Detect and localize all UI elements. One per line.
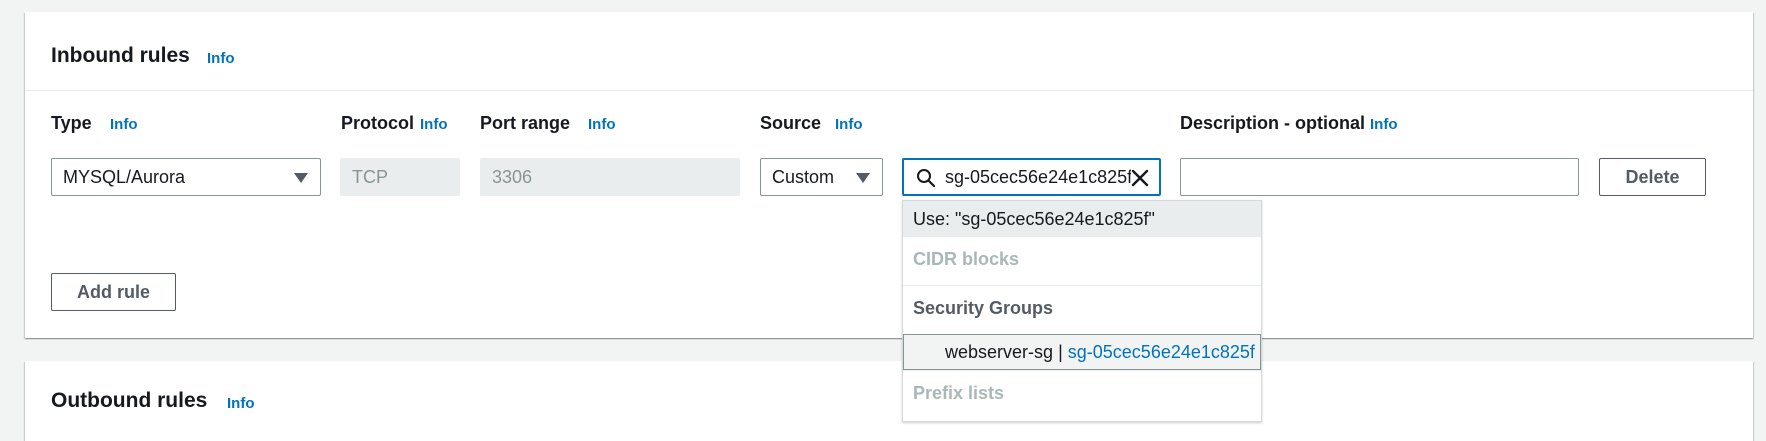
inbound-info-link[interactable]: Info [207, 50, 235, 67]
type-select[interactable]: MYSQL/Aurora [51, 158, 321, 196]
delete-rule-button[interactable]: Delete [1599, 158, 1706, 196]
port-range-field: 3306 [480, 158, 740, 196]
description-input[interactable] [1180, 158, 1579, 196]
protocol-info-link[interactable]: Info [420, 116, 448, 133]
source-info-link[interactable]: Info [835, 116, 863, 133]
group-label-prefix-lists: Prefix lists [913, 383, 1005, 403]
divider [903, 370, 1261, 371]
source-search-input[interactable]: sg-05cec56e24e1c825f [902, 158, 1161, 196]
port-range-value: 3306 [492, 167, 533, 187]
group-label-security-groups: Security Groups [913, 298, 1054, 318]
source-dropdown: Use: "sg-05cec56e24e1c825f" CIDR blocks … [902, 200, 1262, 422]
caret-down-icon [294, 173, 308, 183]
source-type-value: Custom [772, 167, 835, 187]
divider [903, 285, 1261, 286]
source-type-select[interactable]: Custom [760, 158, 883, 196]
protocol-field: TCP [340, 158, 460, 196]
description-info-link[interactable]: Info [1370, 116, 1398, 133]
outbound-info-link[interactable]: Info [227, 395, 255, 412]
use-value-option[interactable]: Use: "sg-05cec56e24e1c825f" [903, 201, 1261, 237]
source-search-value: sg-05cec56e24e1c825f [945, 167, 1133, 187]
type-select-value: MYSQL/Aurora [63, 167, 186, 187]
search-icon [917, 169, 936, 188]
caret-down-icon [856, 173, 870, 183]
inbound-rules-title: Inbound rules [51, 44, 190, 67]
column-label-port-range: Port range [480, 113, 571, 133]
port-range-info-link[interactable]: Info [588, 116, 616, 133]
group-label-cidr-blocks: CIDR blocks [913, 249, 1020, 269]
protocol-value: TCP [352, 167, 388, 187]
security-group-separator: | [1058, 342, 1063, 362]
outbound-rules-title: Outbound rules [51, 389, 208, 412]
security-group-option[interactable]: webserver-sg | sg-05cec56e24e1c825f [903, 334, 1261, 370]
add-rule-button[interactable]: Add rule [51, 273, 176, 311]
security-group-name: webserver-sg [945, 342, 1054, 362]
column-label-type: Type [51, 113, 92, 133]
outbound-rules-panel: Outbound rules Info [25, 361, 1753, 441]
close-icon[interactable] [1131, 169, 1149, 187]
type-info-link[interactable]: Info [110, 116, 138, 133]
inbound-rules-header: Inbound rules Info [25, 12, 1753, 91]
column-label-description: Description - optional [1180, 113, 1366, 133]
security-group-id: sg-05cec56e24e1c825f [1067, 342, 1255, 362]
column-label-protocol: Protocol [341, 113, 415, 133]
column-label-source: Source [760, 113, 822, 133]
